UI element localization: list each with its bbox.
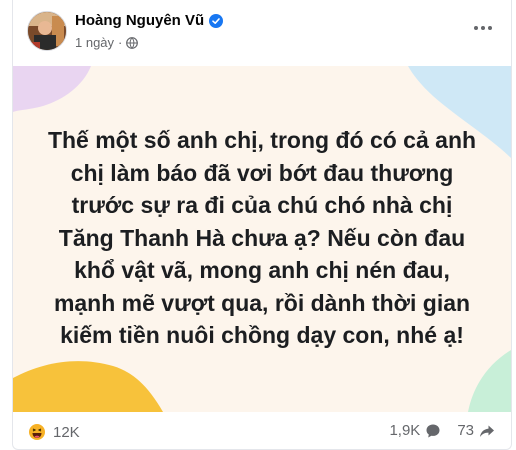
reactions-summary[interactable]: 12K bbox=[27, 422, 80, 442]
globe-icon bbox=[126, 36, 139, 49]
post-background: Thế một số anh chị, trong đó có cả anh c… bbox=[13, 66, 511, 412]
verified-badge-icon bbox=[209, 13, 224, 28]
author-avatar[interactable] bbox=[27, 11, 67, 51]
separator-dot: · bbox=[118, 35, 123, 50]
post-card: Hoàng Nguyên Vũ 1 ngày · Thế một số anh bbox=[12, 0, 512, 450]
share-icon bbox=[480, 425, 494, 437]
post-time[interactable]: 1 ngày bbox=[75, 35, 114, 50]
author-name[interactable]: Hoàng Nguyên Vũ bbox=[75, 12, 204, 29]
reaction-count: 12K bbox=[53, 423, 80, 441]
comment-count-button[interactable]: 1,9K bbox=[389, 422, 441, 439]
comment-icon bbox=[426, 424, 440, 437]
share-count-button[interactable]: 73 bbox=[457, 422, 495, 439]
post-text: Thế một số anh chị, trong đó có cả anh c… bbox=[47, 127, 477, 348]
share-count: 73 bbox=[457, 422, 474, 439]
comment-count: 1,9K bbox=[389, 422, 421, 439]
post-footer: 12K 1,9K 73 bbox=[13, 412, 511, 450]
more-options-button[interactable] bbox=[469, 14, 497, 42]
haha-reaction-icon bbox=[27, 422, 47, 442]
